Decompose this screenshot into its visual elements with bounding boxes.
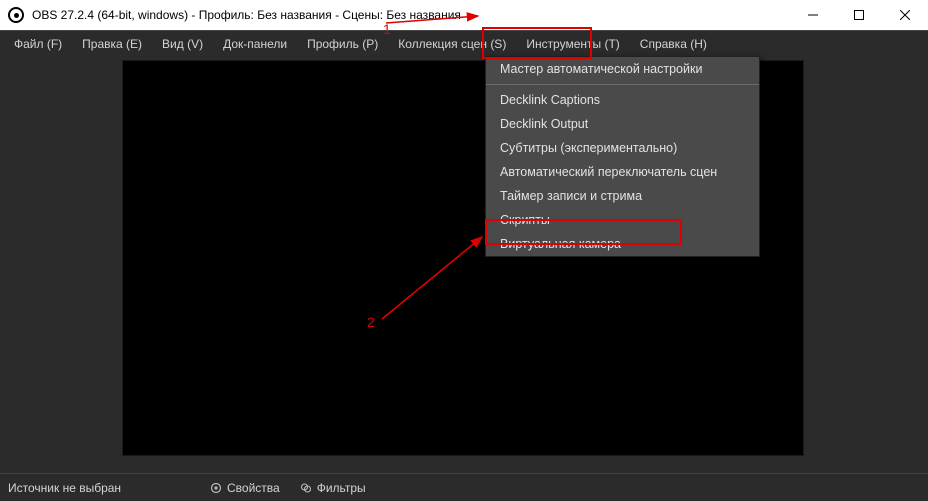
window-controls <box>790 0 928 30</box>
close-icon <box>900 10 910 20</box>
window-titlebar: OBS 27.2.4 (64-bit, windows) - Профиль: … <box>0 0 928 30</box>
menu-tools[interactable]: Инструменты (T) <box>516 33 629 55</box>
tools-dropdown: Мастер автоматической настройки Decklink… <box>485 56 760 257</box>
filters-label: Фильтры <box>317 481 366 495</box>
menubar: Файл (F) Правка (E) Вид (V) Док-панели П… <box>0 30 928 57</box>
menu-docks[interactable]: Док-панели <box>213 33 297 55</box>
dropdown-item-decklink-output[interactable]: Decklink Output <box>486 112 759 136</box>
menu-edit[interactable]: Правка (E) <box>72 33 152 55</box>
source-status-text: Источник не выбран <box>0 481 200 495</box>
menu-scene-collection[interactable]: Коллекция сцен (S) <box>388 33 516 55</box>
properties-button[interactable]: Свойства <box>200 478 290 498</box>
dropdown-item-virtual-camera[interactable]: Виртуальная камера <box>486 232 759 256</box>
window-title: OBS 27.2.4 (64-bit, windows) - Профиль: … <box>32 8 461 22</box>
dropdown-item-captions[interactable]: Субтитры (экспериментально) <box>486 136 759 160</box>
filters-icon <box>300 482 312 494</box>
dropdown-item-output-timer[interactable]: Таймер записи и стрима <box>486 184 759 208</box>
maximize-button[interactable] <box>836 0 882 30</box>
menu-profile[interactable]: Профиль (P) <box>297 33 388 55</box>
bottom-toolbar: Источник не выбран Свойства Фильтры <box>0 473 928 501</box>
dropdown-item-auto-config[interactable]: Мастер автоматической настройки <box>486 57 759 81</box>
dropdown-item-scripts[interactable]: Скрипты <box>486 208 759 232</box>
dropdown-separator <box>486 84 759 85</box>
minimize-icon <box>808 10 818 20</box>
menu-view[interactable]: Вид (V) <box>152 33 213 55</box>
gear-icon <box>210 482 222 494</box>
properties-label: Свойства <box>227 481 280 495</box>
maximize-icon <box>854 10 864 20</box>
close-button[interactable] <box>882 0 928 30</box>
dropdown-item-decklink-captions[interactable]: Decklink Captions <box>486 88 759 112</box>
filters-button[interactable]: Фильтры <box>290 478 376 498</box>
dropdown-item-auto-scene-switcher[interactable]: Автоматический переключатель сцен <box>486 160 759 184</box>
minimize-button[interactable] <box>790 0 836 30</box>
app-icon <box>8 7 24 23</box>
menu-help[interactable]: Справка (H) <box>630 33 717 55</box>
menu-file[interactable]: Файл (F) <box>4 33 72 55</box>
